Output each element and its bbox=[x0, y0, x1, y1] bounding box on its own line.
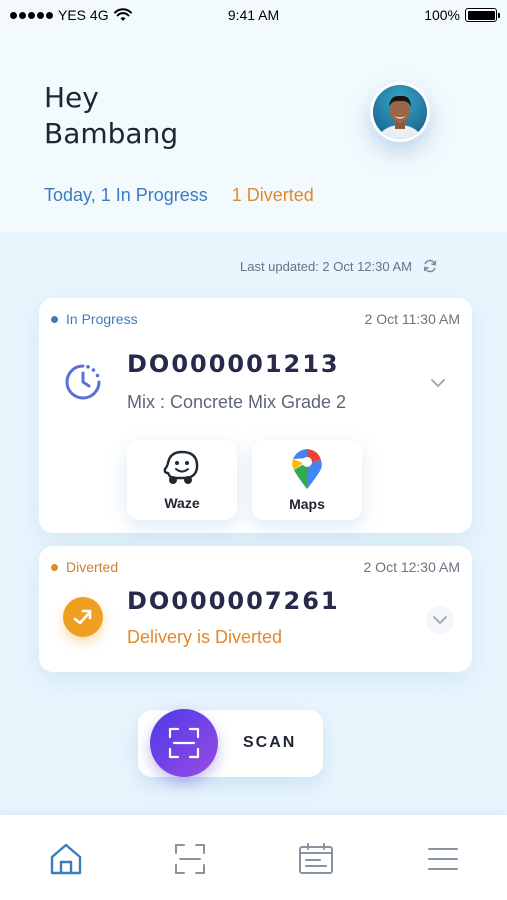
status-time: 9:41 AM bbox=[227, 7, 280, 23]
clock-icon bbox=[61, 360, 105, 404]
order-status: In Progress bbox=[51, 311, 138, 327]
maps-label: Maps bbox=[289, 496, 325, 512]
order-card-in-progress[interactable]: In Progress 2 Oct 11:30 AM DO000001213 M… bbox=[39, 298, 472, 533]
last-updated: Last updated: 2 Oct 12:30 AM bbox=[240, 258, 438, 274]
waze-label: Waze bbox=[164, 495, 200, 511]
summary-diverted[interactable]: 1 Diverted bbox=[232, 185, 314, 206]
tab-menu[interactable] bbox=[425, 841, 461, 877]
status-dot bbox=[51, 563, 58, 571]
avatar-photo bbox=[373, 85, 427, 139]
refresh-icon[interactable] bbox=[422, 258, 438, 274]
waze-icon bbox=[163, 450, 199, 484]
signal-icon bbox=[10, 11, 53, 19]
chevron-down-icon[interactable] bbox=[426, 371, 450, 395]
scan-button[interactable]: SCAN bbox=[138, 709, 323, 777]
avatar[interactable] bbox=[370, 82, 430, 142]
scan-icon bbox=[175, 844, 205, 874]
greeting: Hey Bambang bbox=[44, 80, 178, 152]
tab-scan[interactable] bbox=[172, 841, 208, 877]
chevron-down-icon[interactable] bbox=[426, 606, 454, 634]
maps-button[interactable]: Maps bbox=[252, 440, 362, 520]
carrier-label: YES 4G bbox=[58, 7, 109, 23]
last-updated-text: Last updated: 2 Oct 12:30 AM bbox=[240, 258, 413, 274]
order-card-diverted[interactable]: Diverted 2 Oct 12:30 AM DO000007261 Deli… bbox=[39, 546, 472, 672]
header: Hey Bambang Today, 1 In Progress 1 Diver… bbox=[0, 30, 507, 232]
tab-home[interactable] bbox=[48, 841, 84, 877]
scan-frame-icon bbox=[150, 709, 218, 777]
order-number: DO000001213 bbox=[127, 350, 340, 378]
daily-summary: Today, 1 In Progress 1 Diverted bbox=[44, 185, 314, 206]
tab-calendar[interactable] bbox=[298, 841, 334, 877]
google-maps-icon bbox=[292, 449, 322, 489]
greeting-name: Bambang bbox=[44, 117, 179, 150]
status-dot bbox=[51, 315, 58, 323]
status-label: In Progress bbox=[66, 311, 138, 327]
calendar-icon bbox=[299, 843, 333, 874]
order-time: 2 Oct 11:30 AM bbox=[364, 311, 460, 327]
scan-label: SCAN bbox=[243, 734, 297, 751]
status-right: 100% bbox=[424, 7, 500, 23]
wifi-icon bbox=[113, 8, 132, 21]
status-left: YES 4G bbox=[10, 7, 132, 23]
order-time: 2 Oct 12:30 AM bbox=[363, 559, 461, 575]
summary-in-progress[interactable]: Today, 1 In Progress bbox=[44, 185, 208, 206]
status-label: Diverted bbox=[66, 559, 119, 575]
order-status: Diverted bbox=[51, 559, 118, 575]
status-bar: YES 4G 9:41 AM 100% bbox=[0, 0, 507, 30]
order-number: DO000007261 bbox=[127, 587, 340, 615]
order-mix: Mix : Concrete Mix Grade 2 bbox=[127, 392, 347, 412]
user-portrait-icon bbox=[378, 95, 422, 139]
bottom-nav bbox=[0, 815, 507, 900]
diverted-arrow-icon bbox=[63, 597, 103, 637]
battery-percent: 100% bbox=[424, 7, 460, 23]
home-icon bbox=[50, 843, 82, 875]
menu-icon bbox=[428, 848, 458, 870]
greeting-line1: Hey bbox=[44, 81, 99, 114]
battery-icon bbox=[465, 8, 500, 22]
waze-button[interactable]: Waze bbox=[127, 440, 237, 520]
order-diverted-note: Delivery is Diverted bbox=[127, 627, 283, 647]
